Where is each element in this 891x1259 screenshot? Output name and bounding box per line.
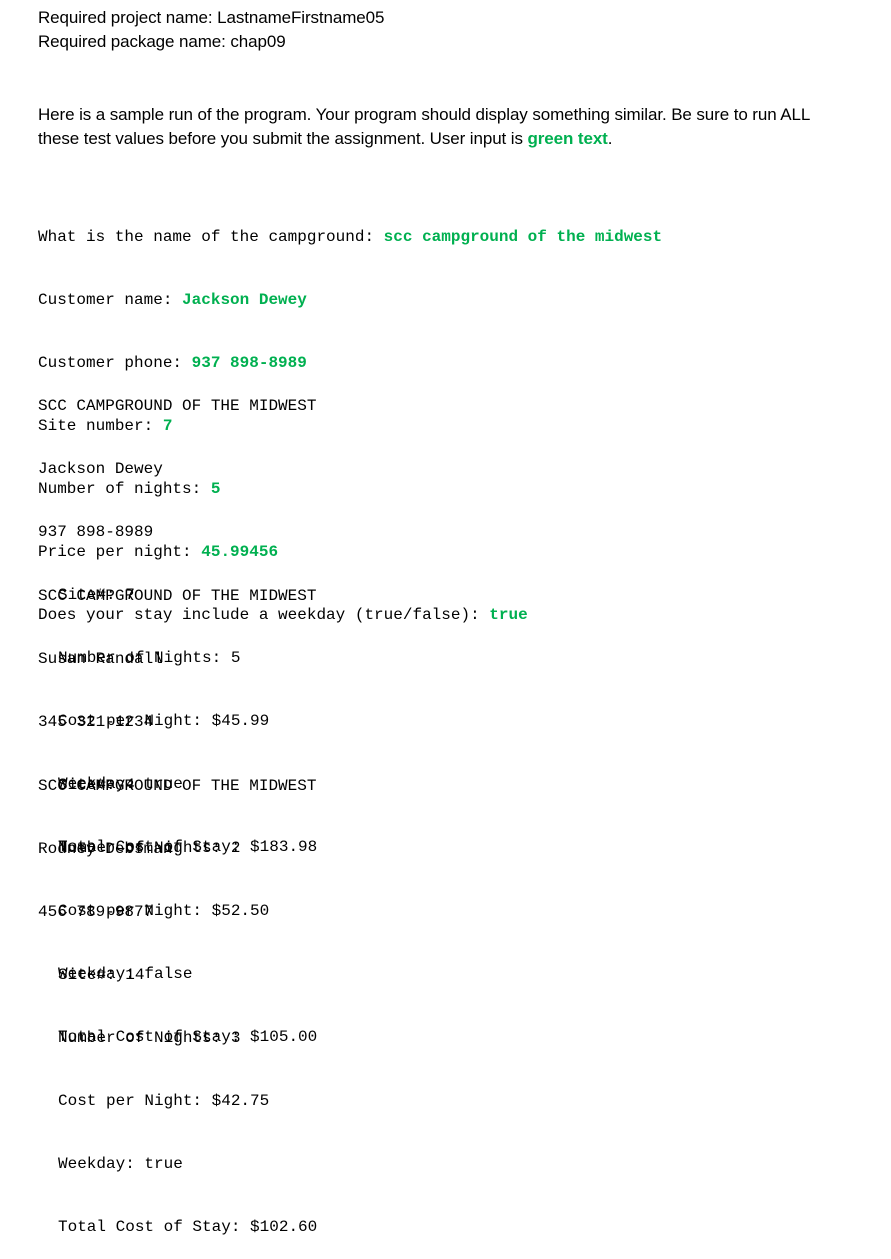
package-name-line: Required package name: chap09 [38,32,286,51]
prompt-line: What is the name of the campground: scc … [38,227,662,248]
intro-line-2: these test values before you submit the … [38,127,612,151]
prompt-line: Customer name: Jackson Dewey [38,290,662,311]
prompt-label: What is the name of the campground: [38,228,384,246]
receipt-customer-phone: 456 789-9877 [38,903,154,921]
intro-line-2-prefix: these test values before you submit the … [38,129,528,148]
prompt-label: Customer name: [38,291,183,309]
receipt-nights: Number of Nights: 3 [58,1029,241,1047]
user-input: true [489,606,528,624]
receipt-customer-name: Rodney Debsman [38,840,173,858]
receipt-block: SCC CAMPGROUND OF THE MIDWEST Rodney Deb… [38,734,317,1259]
receipt-campground: SCC CAMPGROUND OF THE MIDWEST [38,777,317,795]
receipt-customer-phone: 937 898-8989 [38,523,154,541]
intro-line-2-suffix: . [607,129,613,148]
receipt-customer-phone: 345 321-1234 [38,713,154,731]
receipt-total: Total Cost of Stay: $102.60 [58,1218,318,1236]
intro-line-1: Here is a sample run of the program. You… [38,105,811,124]
receipt-campground: SCC CAMPGROUND OF THE MIDWEST [38,397,317,415]
receipt-customer-name: Jackson Dewey [38,460,163,478]
receipt-cost-per-night: Cost per Night: $42.75 [58,1092,270,1110]
user-input: scc campground of the midwest [383,228,663,246]
green-text-label: green text [527,129,608,148]
project-name-line: Required project name: LastnameFirstname… [38,8,385,27]
receipt-campground: SCC CAMPGROUND OF THE MIDWEST [38,587,317,605]
user-input: Jackson Dewey [182,291,307,309]
receipt-customer-name: Susan Randall [38,650,163,668]
receipt-site: Site#: 14 [58,966,145,984]
receipt-weekday: Weekday: true [58,1155,183,1173]
